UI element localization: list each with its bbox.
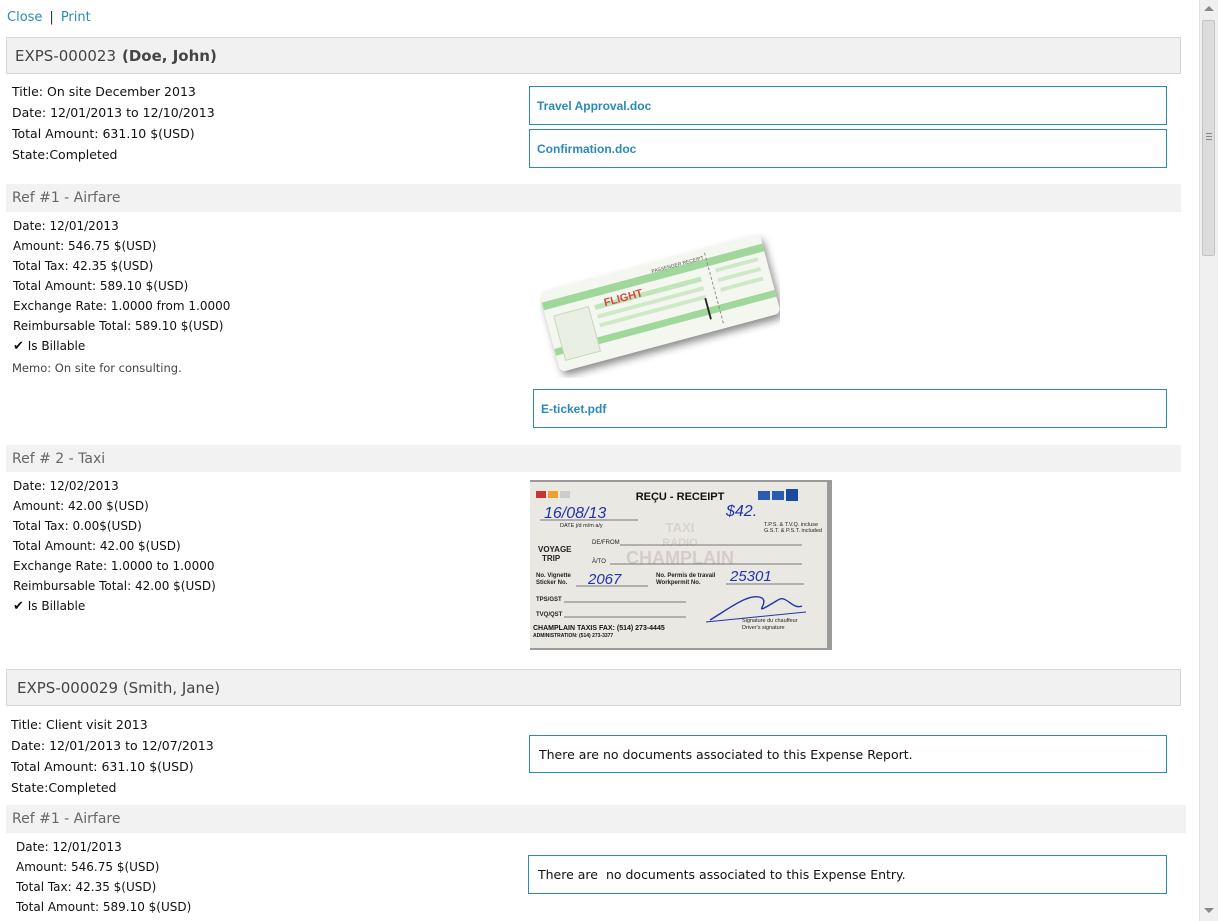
- state-value: Completed: [48, 780, 117, 795]
- scroll-down-arrow-icon[interactable]: [1204, 908, 1214, 913]
- entry-amount: Amount: 546.75 $(USD): [13, 239, 157, 253]
- scrollbar-thumb[interactable]: [1202, 20, 1215, 256]
- entry-memo: Memo: On site for consulting.: [12, 361, 182, 375]
- date-value: 12/01/2013 to 12/07/2013: [49, 738, 214, 753]
- receipt-tax-note: G.S.T. & P.S.T. included: [764, 528, 822, 534]
- receipt-company: CHAMPLAIN TAXIS FAX: (514) 273-4445: [533, 625, 665, 632]
- receipt-tvq: TVQ/QST: [536, 612, 563, 618]
- report-id: EXPS-000023: [15, 46, 116, 65]
- report-owner: (Doe, John): [122, 46, 217, 65]
- toolbar: Close | Print: [7, 10, 91, 25]
- state-label: State:: [12, 147, 50, 162]
- vertical-scrollbar[interactable]: [1199, 0, 1218, 921]
- receipt-tps: TPS/GST: [536, 597, 562, 603]
- billable-label: Is Billable: [27, 339, 86, 353]
- entry-tax: Total Tax: 42.35 $(USD): [16, 880, 157, 894]
- no-documents-message: There are no documents associated to thi…: [529, 735, 1167, 773]
- receipt-watermark: TAXI: [666, 520, 695, 535]
- taxi-receipt-image[interactable]: TAXI RADIO CHAMPLAIN REÇU - RECEIPT 16/0…: [530, 480, 832, 650]
- scroll-up-arrow-icon[interactable]: [1204, 6, 1214, 11]
- receipt-signature-label: Driver's signature: [742, 625, 785, 631]
- grip-line: [1206, 136, 1212, 137]
- receipt-signature-label: Signature du chauffeur: [742, 618, 798, 624]
- receipt-voyage: VOYAGE: [538, 545, 572, 554]
- state-value: Completed: [49, 147, 118, 162]
- report-state-field: State:Completed: [12, 145, 118, 165]
- checkmark-icon: ✔: [13, 339, 24, 354]
- entry-tax: Total Tax: 42.35 $(USD): [13, 259, 154, 273]
- receipt-date-handwritten: 16/08/13: [544, 505, 606, 522]
- receipt-permit-handwritten: 25301: [729, 568, 772, 585]
- grip-line: [1206, 133, 1212, 134]
- receipt-date-caption: DATE j/d m/m a/y: [560, 523, 603, 529]
- receipt-trip: TRIP: [542, 554, 561, 563]
- toolbar-separator: |: [49, 10, 54, 25]
- report-title-field: Title: On site December 2013: [12, 82, 196, 102]
- entry-total: Total Amount: 42.00 $(USD): [13, 539, 181, 553]
- billable-flag: ✔ Is Billable: [13, 596, 85, 617]
- receipt-permit: No. Permis de travail: [656, 573, 716, 579]
- total-label: Total Amount:: [12, 126, 99, 141]
- entry-amount: Amount: 546.75 $(USD): [16, 860, 160, 874]
- date-label: Date:: [11, 738, 46, 753]
- title-label: Title:: [12, 84, 43, 99]
- receipt-from: DE/FROM: [592, 540, 620, 546]
- entry-total: Total Amount: 589.10 $(USD): [16, 900, 192, 914]
- billable-flag: ✔ Is Billable: [13, 336, 85, 357]
- date-label: Date:: [12, 105, 47, 120]
- report-total-field: Total Amount: 631.10 $(USD): [12, 124, 195, 144]
- entry-reimbursable: Reimbursable Total: 42.00 $(USD): [13, 579, 216, 593]
- grip-line: [1206, 139, 1212, 140]
- date-value: 12/01/2013 to 12/10/2013: [50, 105, 215, 120]
- document-link[interactable]: E-ticket.pdf: [533, 389, 1167, 428]
- flight-ticket-image[interactable]: FLIGHT PASSENGER RECEIPT: [540, 228, 780, 378]
- report-state-field: State:Completed: [11, 778, 117, 798]
- receipt-admin: ADMINISTRATION: (514) 273-3377: [533, 633, 613, 639]
- report-id: EXPS-000029: [17, 678, 118, 697]
- receipt-to: À/TO: [592, 558, 606, 565]
- report-date-field: Date: 12/01/2013 to 12/10/2013: [12, 103, 215, 123]
- entry-date: Date: 12/01/2013: [13, 219, 119, 233]
- receipt-amount-handwritten: $42.: [725, 503, 757, 520]
- entry-date: Date: 12/02/2013: [13, 479, 119, 493]
- print-link[interactable]: Print: [61, 10, 91, 25]
- receipt-sticker-handwritten: 2067: [587, 571, 622, 588]
- receipt-watermark: CHAMPLAIN: [626, 548, 734, 568]
- entry-exchange-rate: Exchange Rate: 1.0000 to 1.0000: [13, 559, 215, 573]
- entry-exchange-rate: Exchange Rate: 1.0000 from 1.0000: [13, 299, 231, 313]
- report-title-field: Title: Client visit 2013: [11, 715, 148, 735]
- entry-total: Total Amount: 589.10 $(USD): [13, 279, 189, 293]
- entry-header: Ref #1 - Airfare: [6, 805, 1186, 833]
- receipt-vignette: Sticker No.: [536, 580, 568, 586]
- billable-label: Is Billable: [27, 599, 86, 613]
- entry-date: Date: 12/01/2013: [16, 840, 122, 854]
- document-link[interactable]: Travel Approval.doc: [529, 86, 1167, 125]
- close-link[interactable]: Close: [7, 10, 42, 25]
- report-date-field: Date: 12/01/2013 to 12/07/2013: [11, 736, 214, 756]
- total-value: 631.10 $(USD): [101, 759, 194, 774]
- entry-reimbursable: Reimbursable Total: 589.10 $(USD): [13, 319, 224, 333]
- title-value: Client visit 2013: [45, 717, 148, 732]
- receipt-vignette: No. Vignette: [536, 573, 572, 579]
- report-owner: (Smith, Jane): [122, 678, 221, 697]
- report-header: EXPS-000023 (Doe, John): [6, 37, 1181, 74]
- no-documents-message: There are no documents associated to thi…: [528, 855, 1167, 894]
- receipt-permit: Workpermit No.: [656, 580, 701, 586]
- total-label: Total Amount:: [11, 759, 98, 774]
- state-label: State:: [11, 780, 49, 795]
- entry-header: Ref # 2 - Taxi: [6, 445, 1181, 472]
- entry-header: Ref #1 - Airfare: [6, 184, 1181, 212]
- total-value: 631.10 $(USD): [102, 126, 195, 141]
- entry-tax: Total Tax: 0.00$(USD): [13, 519, 142, 533]
- receipt-title: REÇU - RECEIPT: [636, 491, 725, 503]
- checkmark-icon: ✔: [13, 599, 24, 614]
- report-total-field: Total Amount: 631.10 $(USD): [11, 757, 194, 777]
- title-label: Title:: [11, 717, 42, 732]
- title-value: On site December 2013: [46, 84, 196, 99]
- document-link[interactable]: Confirmation.doc: [529, 129, 1167, 168]
- entry-amount: Amount: 42.00 $(USD): [13, 499, 149, 513]
- report-header: EXPS-000029 (Smith, Jane): [6, 669, 1181, 706]
